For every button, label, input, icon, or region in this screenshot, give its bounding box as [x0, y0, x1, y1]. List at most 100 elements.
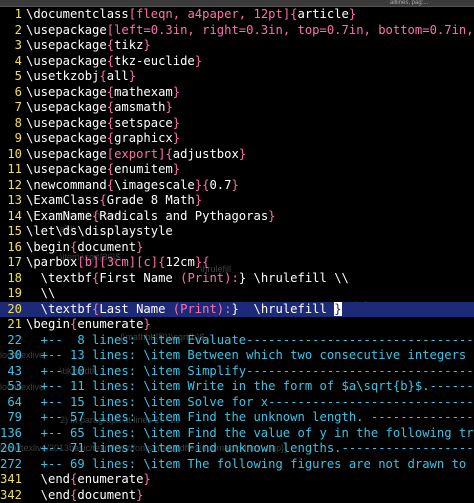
line-number: 43 — [0, 364, 22, 380]
code-line[interactable]: 17\parbox[b][3cm][c]{12cm}{ — [0, 255, 474, 271]
folded-line[interactable]: 53 +-- 11 lines: \item Write in the form… — [0, 379, 474, 395]
token: tikz — [114, 38, 143, 52]
folded-line[interactable]: 43 +-- 10 lines: \item Simplify---------… — [0, 364, 474, 380]
token: { — [107, 54, 114, 68]
tab-1[interactable] — [300, 0, 380, 6]
token: \imagescale — [114, 178, 195, 192]
code-line[interactable]: 15\let\ds\displaystyle — [0, 224, 474, 240]
code-line[interactable]: 6\usepackage{mathexam} — [0, 85, 474, 101]
line-code: +-- 69 lines: \item The following figure… — [22, 457, 474, 473]
token: setspace — [114, 116, 173, 130]
token: { — [202, 255, 209, 269]
token: } — [173, 116, 180, 130]
code-line[interactable]: 19 \\ — [0, 286, 474, 302]
code-line[interactable]: 13\ExamClass{Grade 8 Math} — [0, 193, 474, 209]
folded-line[interactable]: 22 +-- 8 lines: \item Evaluate----------… — [0, 333, 474, 349]
token: \usepackage — [26, 147, 107, 161]
token: } — [143, 317, 150, 331]
token: { — [70, 488, 77, 502]
token: } — [195, 54, 202, 68]
token: article — [298, 7, 349, 21]
token: { — [70, 472, 77, 486]
code-line[interactable]: 4\usepackage{tkz-euclide} — [0, 54, 474, 70]
token: (Print): — [173, 302, 232, 316]
code-line[interactable]: 341 \end{enumerate} — [0, 472, 474, 488]
code-line[interactable]: 2\usepackage[left=0.3in, right=0.3in, to… — [0, 23, 474, 39]
code-line[interactable]: 5\usetkzobj{all} — [0, 69, 474, 85]
folded-line[interactable]: 64 +-- 15 lines: \item Solve for x------… — [0, 395, 474, 411]
token: enumerate — [77, 472, 143, 486]
code-line[interactable]: 16\begin{document} — [0, 240, 474, 256]
line-code: \let\ds\displaystyle — [22, 224, 173, 240]
token: \let\ds\displaystyle — [26, 224, 173, 238]
code-line[interactable]: 14\ExamName{Radicals and Pythagoras} — [0, 209, 474, 225]
code-line[interactable]: 12\newcommand{\imagescale}{0.7} — [0, 178, 474, 194]
line-code: \usepackage{setspace} — [22, 116, 180, 132]
token: } — [349, 7, 356, 21]
code-line[interactable]: 342 \end{document} — [0, 488, 474, 503]
line-code: +-- 71 lines: \item Find unknown lengths… — [22, 441, 474, 457]
code-line[interactable]: 11\usepackage{enumitem} — [0, 162, 474, 178]
token: +-- 8 lines: \item Evaluate-------------… — [26, 333, 474, 347]
tab-2[interactable]: alllines, pag:... — [390, 0, 474, 6]
token: \documentclass — [26, 7, 129, 21]
line-code: +-- 8 lines: \item Evaluate-------------… — [22, 333, 474, 349]
token: } — [195, 193, 202, 207]
line-number: 12 — [0, 178, 22, 194]
line-code: +-- 13 lines: \item Between which two co… — [22, 348, 474, 364]
line-number: 17 — [0, 255, 22, 271]
token: amsmath — [114, 100, 165, 114]
token: +-- 71 lines: \item Find unknown lengths… — [26, 441, 474, 455]
token: [ — [99, 255, 106, 269]
token: } — [173, 85, 180, 99]
token: \usepackage — [26, 116, 107, 130]
token: \end — [26, 488, 70, 502]
line-number: 1 — [0, 7, 22, 23]
token: \newcommand — [26, 178, 107, 192]
current-line[interactable]: 20 \textbf{Last Name (Print):} \hrulefil… — [0, 302, 474, 318]
line-number: 13 — [0, 193, 22, 209]
line-code: \ExamClass{Grade 8 Math} — [22, 193, 202, 209]
line-code: \usetkzobj{all} — [22, 69, 136, 85]
token: { — [107, 131, 114, 145]
line-number: 22 — [0, 333, 22, 349]
folded-line[interactable]: 79 +-- 57 lines: \item Find the unknown … — [0, 410, 474, 426]
folded-line[interactable]: 201 +-- 71 lines: \item Find unknown len… — [0, 441, 474, 457]
folded-line[interactable]: 272 +-- 69 lines: \item The following fi… — [0, 457, 474, 473]
folded-line[interactable]: 136 +-- 65 lines: \item Find the value o… — [0, 426, 474, 442]
line-code: \ExamName{Radicals and Pythagoras} — [22, 209, 276, 225]
token: +-- 65 lines: \item Find the value of y … — [26, 426, 474, 440]
token: { — [107, 38, 114, 52]
folded-line[interactable]: 30 +-- 13 lines: \item Between which two… — [0, 348, 474, 364]
token: +-- 57 lines: \item Find the unknown len… — [26, 410, 474, 424]
token: { — [107, 162, 114, 176]
code-line[interactable]: 7\usepackage{amsmath} — [0, 100, 474, 116]
code-line[interactable]: 18 \textbf{First Name (Print):} \hrulefi… — [0, 271, 474, 287]
token: all — [107, 69, 129, 83]
line-code: \end{enumerate} — [22, 472, 151, 488]
code-line[interactable]: 10\usepackage[export]{adjustbox} — [0, 147, 474, 163]
code-line[interactable]: 1\documentclass[fleqn, a4paper, 12pt]{ar… — [0, 7, 474, 23]
token: \end — [26, 472, 70, 486]
token: { — [107, 116, 114, 130]
token: { — [165, 147, 172, 161]
line-code: \newcommand{\imagescale}{0.7} — [22, 178, 239, 194]
vim-editor-buffer[interactable]: 1\documentclass[fleqn, a4paper, 12pt]{ar… — [0, 7, 474, 503]
line-number: 18 — [0, 271, 22, 287]
token: } — [136, 488, 143, 502]
token: graphicx — [114, 131, 173, 145]
code-line[interactable]: 9\usepackage{graphicx} — [0, 131, 474, 147]
token: \begin — [26, 317, 70, 331]
line-number: 53 — [0, 379, 22, 395]
token: (Print): — [180, 271, 239, 285]
token: +-- 15 lines: \item Solve for x---------… — [26, 395, 474, 409]
token: { — [107, 85, 114, 99]
line-code: \usepackage{mathexam} — [22, 85, 180, 101]
line-number: 6 — [0, 85, 22, 101]
line-code: \begin{document} — [22, 240, 143, 256]
code-line[interactable]: 21\begin{enumerate} — [0, 317, 474, 333]
code-line[interactable]: 8\usepackage{setspace} — [0, 116, 474, 132]
token: 0.7 — [209, 178, 231, 192]
line-number: 8 — [0, 116, 22, 132]
code-line[interactable]: 3\usepackage{tikz} — [0, 38, 474, 54]
